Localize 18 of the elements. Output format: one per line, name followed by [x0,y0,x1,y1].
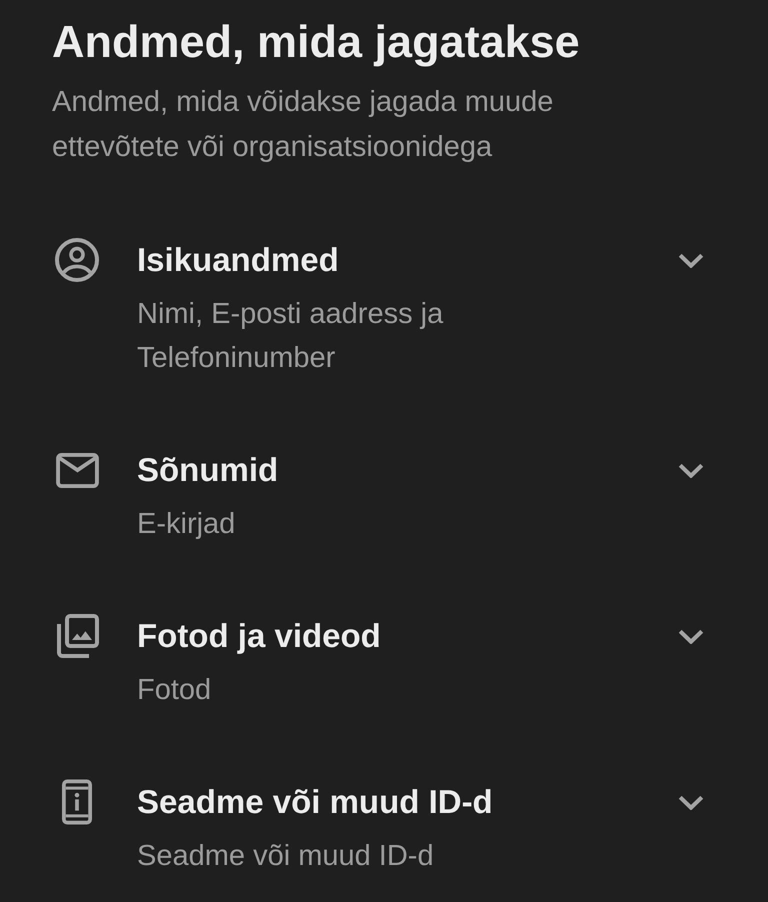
page-description: Andmed, mida võidakse jagada muude ettevõtete või organisatsioonidega [52,85,554,165]
photo-stack-icon [55,614,99,658]
category-details: Fotod [137,673,212,708]
phone-info-icon [62,779,92,825]
envelope-icon [56,452,98,488]
person-circle-icon [55,238,99,282]
category-details: Seadme või muud ID-d [137,839,435,874]
category-title: Isikuandmed [137,240,340,280]
expand-chevron-icon[interactable] [678,794,704,810]
category-title: Fotod ja videod [137,616,382,656]
category-details: E-kirjad [137,507,236,542]
expand-chevron-icon[interactable] [678,462,704,478]
category-title: Sõnumid [137,450,280,490]
category-details: Nimi, E-posti aadress ja Telefoninumber [137,297,444,376]
category-title: Seadme või muud ID-d [137,782,494,822]
page-title: Andmed, mida jagatakse [52,15,581,69]
expand-chevron-icon[interactable] [678,628,704,644]
expand-chevron-icon[interactable] [678,252,704,268]
